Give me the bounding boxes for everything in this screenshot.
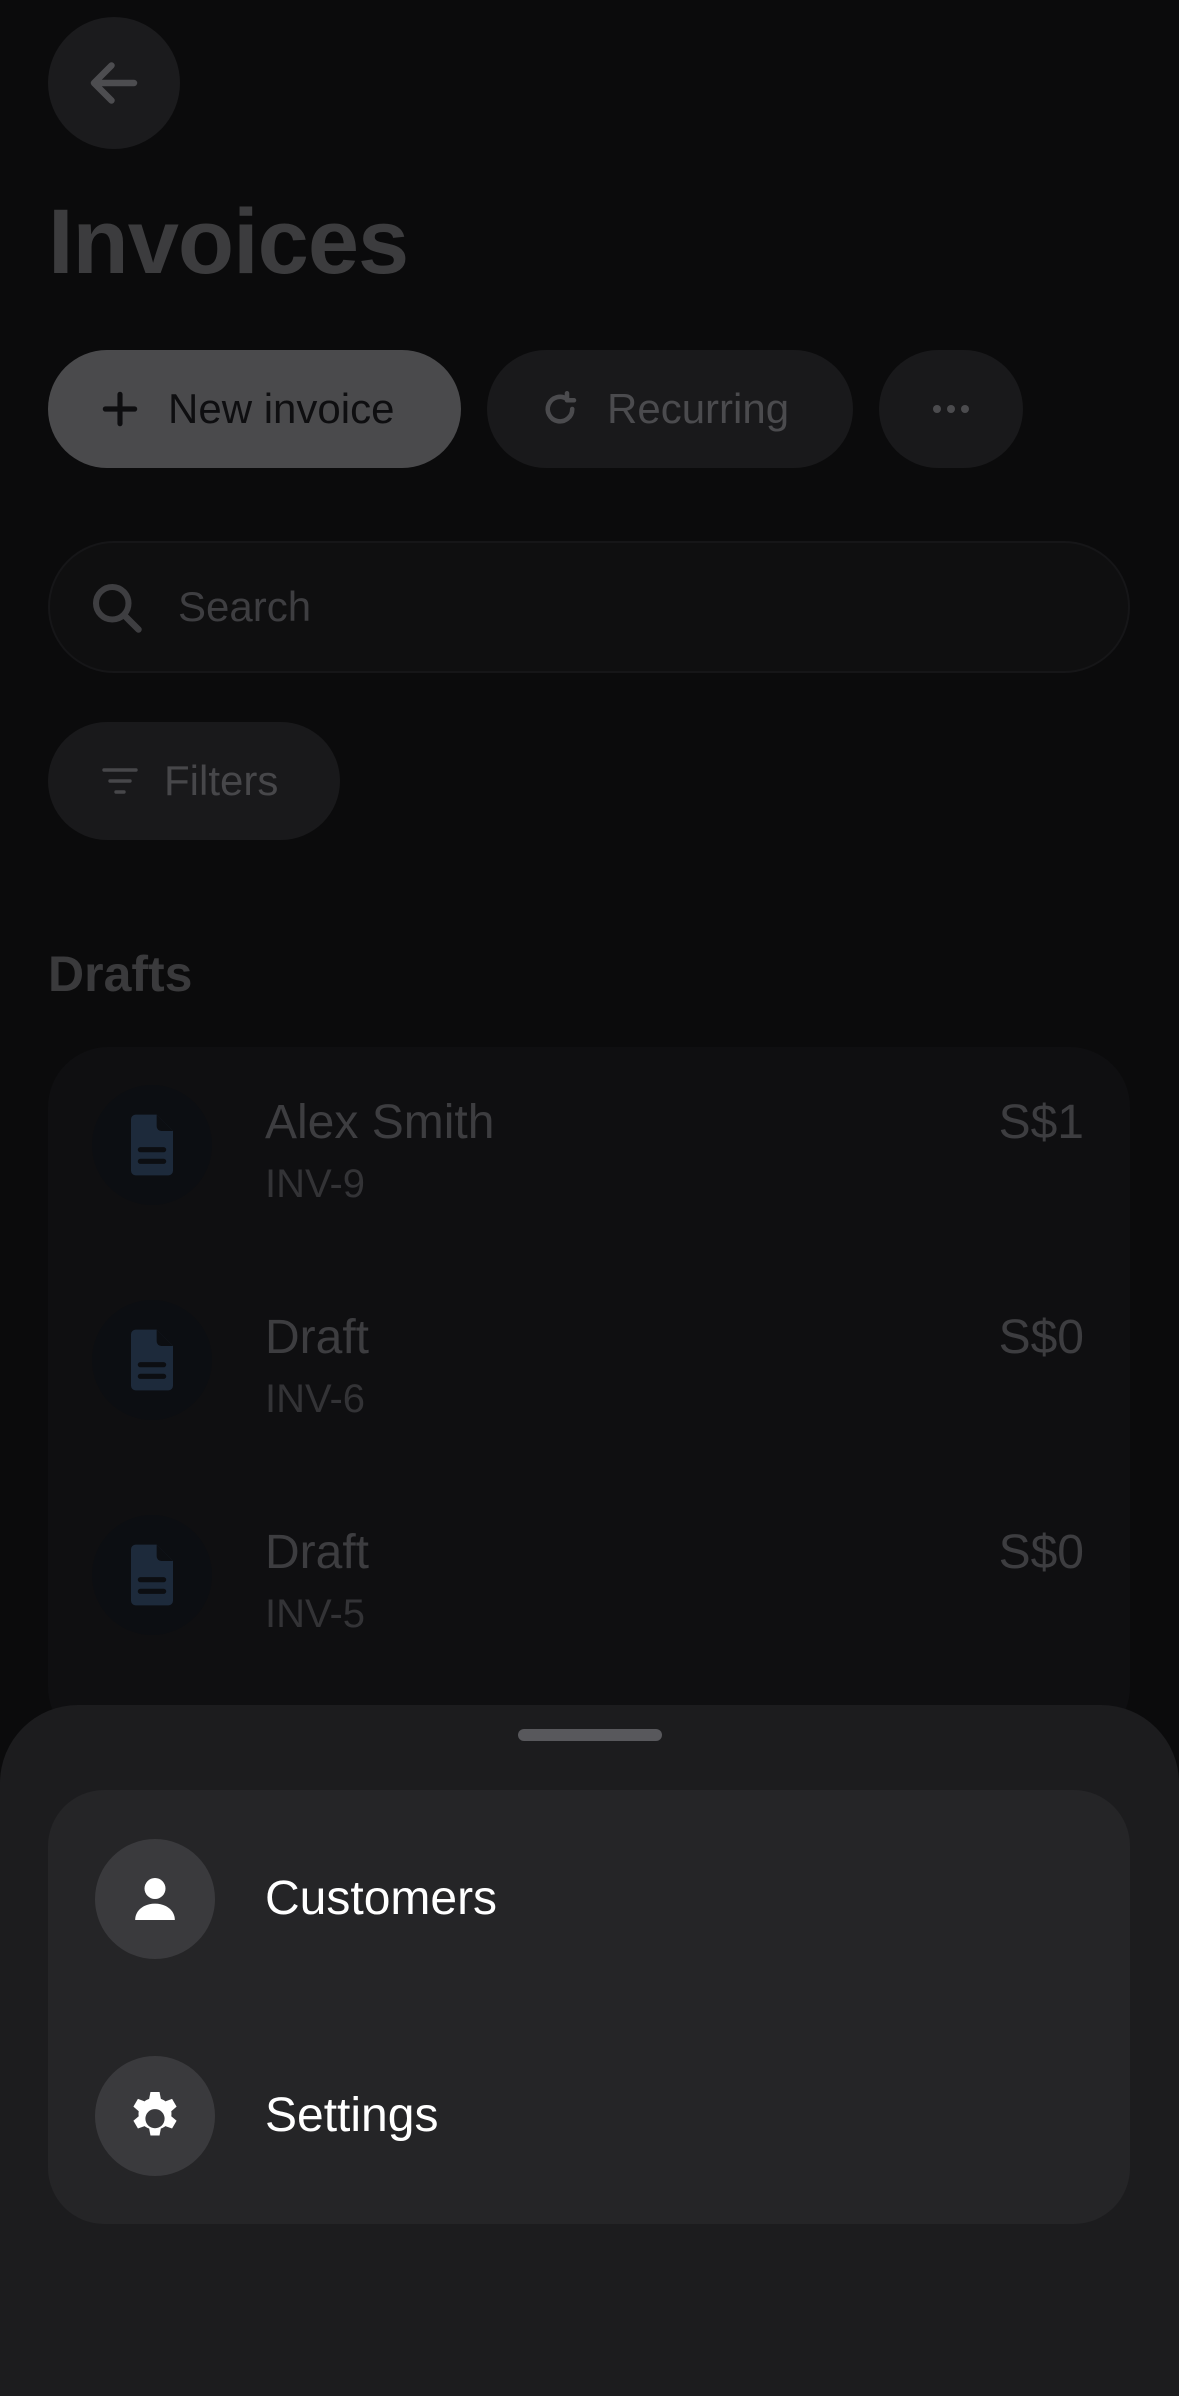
menu-item-label: Customers [265,1872,498,1925]
sheet-drag-handle[interactable] [518,1729,662,1741]
drafts-section-title: Drafts [48,946,193,1002]
bottom-sheet: Customers Settings [0,1705,1179,2396]
filter-icon [102,768,138,794]
menu-item-customers[interactable]: Customers [48,1790,1130,2007]
search-placeholder: Search [178,583,312,630]
invoices-screen: Invoices New invoice Recurring Search Fi… [0,0,1179,2396]
recurring-button[interactable]: Recurring [487,350,853,468]
draft-customer-name: Draft [265,1311,370,1364]
draft-amount: S$0 [998,1526,1084,1579]
drafts-list: Alex Smith INV-9 S$1 Draft INV-6 S$0 Dra… [48,1047,1130,1747]
more-button[interactable] [879,350,1023,468]
menu-item-label: Settings [265,2089,439,2142]
recurring-label: Recurring [607,385,790,432]
draft-invoice-number: INV-5 [265,1592,366,1636]
refresh-icon [545,390,577,424]
search-icon [93,584,142,633]
sheet-menu: Customers Settings [48,1790,1130,2224]
filters-button[interactable]: Filters [48,722,340,840]
plus-icon [102,391,138,427]
document-icon-circle [92,1515,212,1635]
more-horizontal-icon [933,405,969,413]
document-icon [131,1329,173,1391]
arrow-left-icon [90,62,138,104]
draft-customer-name: Alex Smith [265,1096,495,1149]
draft-invoice-number: INV-9 [265,1162,366,1206]
draft-row[interactable]: Draft INV-5 S$0 [48,1477,1130,1692]
document-icon-circle [92,1300,212,1420]
page-title: Invoices [48,191,409,293]
action-chips: New invoice Recurring [48,350,1023,468]
draft-row[interactable]: Alex Smith INV-9 S$1 [48,1047,1130,1262]
document-icon-circle [92,1085,212,1205]
draft-customer-name: Draft [265,1526,370,1579]
draft-invoice-number: INV-6 [265,1377,366,1421]
search-input[interactable]: Search [48,541,1130,673]
document-icon [131,1114,173,1176]
document-icon [131,1544,173,1606]
new-invoice-label: New invoice [168,385,395,432]
new-invoice-button[interactable]: New invoice [48,350,461,468]
draft-amount: S$1 [998,1096,1084,1149]
draft-amount: S$0 [998,1311,1084,1364]
person-icon [95,1838,215,1959]
gear-icon [95,2055,215,2176]
filters-label: Filters [164,757,279,804]
menu-item-settings[interactable]: Settings [48,2007,1130,2224]
draft-row[interactable]: Draft INV-6 S$0 [48,1262,1130,1477]
back-button[interactable] [48,17,180,149]
